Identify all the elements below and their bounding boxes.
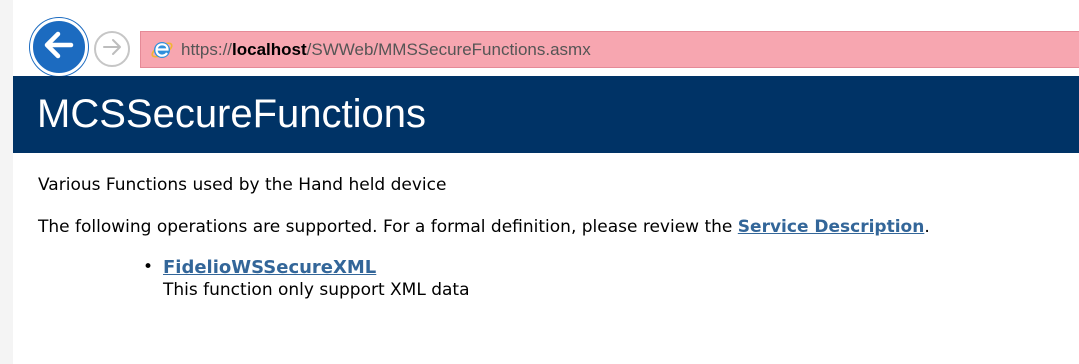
service-description-link[interactable]: Service Description	[738, 217, 925, 237]
url-text: https://localhost/SWWeb/MMSSecureFunctio…	[181, 40, 591, 60]
operation-description: This function only support XML data	[163, 280, 470, 300]
service-description-text: Various Functions used by the Hand held …	[38, 175, 447, 195]
browser-toolbar: https://localhost/SWWeb/MMSSecureFunctio…	[13, 0, 1079, 76]
list-item: • FidelioWSSecureXML	[143, 257, 1068, 278]
operations-intro: The following operations are supported. …	[38, 217, 1068, 237]
url-path: /SWWeb/MMSSecureFunctions.asmx	[306, 39, 591, 59]
operations-intro-end: .	[924, 217, 930, 237]
back-button[interactable]	[30, 18, 88, 76]
address-bar[interactable]: https://localhost/SWWeb/MMSSecureFunctio…	[140, 31, 1079, 68]
operations-list: • FidelioWSSecureXML This function only …	[143, 257, 1068, 300]
back-arrow-icon	[44, 31, 74, 63]
bullet-icon: •	[143, 257, 154, 277]
window-edge	[0, 0, 13, 364]
operations-intro-text: The following operations are supported. …	[38, 217, 738, 237]
page-header: MCSSecureFunctions	[13, 76, 1079, 153]
url-host: localhost	[232, 39, 307, 59]
page-title: MCSSecureFunctions	[37, 92, 427, 136]
url-prefix: https://	[181, 39, 233, 59]
operation-link[interactable]: FidelioWSSecureXML	[163, 257, 376, 278]
page-content: Various Functions used by the Hand held …	[38, 175, 1068, 300]
forward-button[interactable]	[94, 31, 130, 67]
forward-arrow-icon	[102, 38, 122, 60]
internet-explorer-icon	[149, 37, 175, 63]
